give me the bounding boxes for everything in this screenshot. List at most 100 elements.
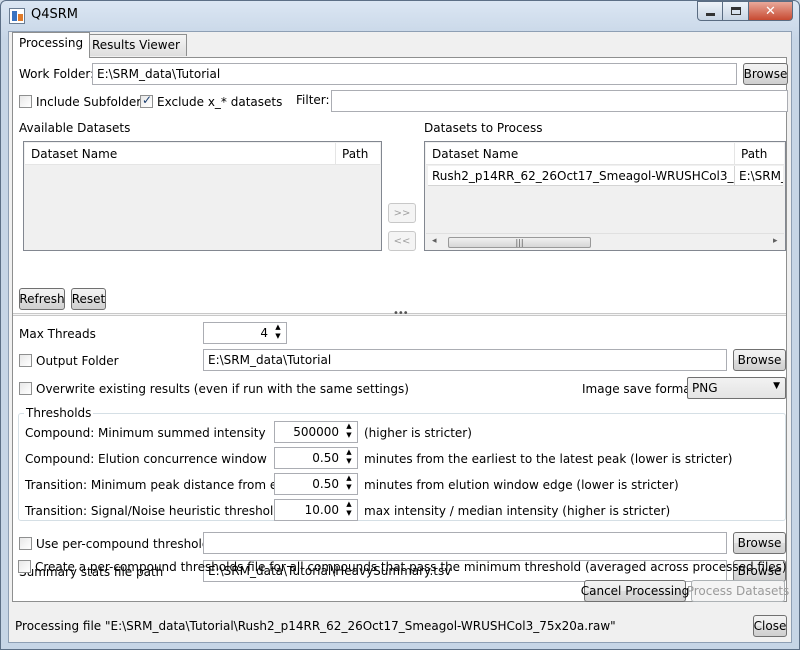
available-datasets-list[interactable]: Dataset Name Path — [23, 141, 382, 251]
per-compound-checkbox[interactable] — [19, 537, 32, 550]
scroll-right-icon[interactable]: ▸ — [773, 236, 778, 246]
chevron-down-icon: ▼ — [773, 381, 780, 391]
spin-down-icon[interactable]: ▼ — [343, 483, 355, 492]
threshold-hint: max intensity / median intensity (higher… — [364, 504, 671, 518]
spin-down-icon[interactable]: ▼ — [343, 509, 355, 518]
create-thresholds-checkbox[interactable] — [18, 560, 31, 573]
app-icon — [9, 8, 25, 24]
per-compound-label: Use per-compound thresholds — [36, 537, 216, 551]
spinner-arrows[interactable]: ▲ ▼ — [343, 500, 355, 520]
close-window-button[interactable]: ✕ — [749, 1, 793, 21]
image-format-value: PNG — [692, 381, 718, 395]
dataset-path-cell: E:\SRM_ — [735, 166, 783, 186]
spin-down-icon[interactable]: ▼ — [343, 431, 355, 440]
column-path[interactable]: Path — [336, 143, 380, 165]
image-format-label: Image save format — [582, 382, 696, 396]
datasets-to-process-list[interactable]: Dataset Name Path Rush2_p14RR_62_26Oct17… — [424, 141, 786, 251]
scroll-left-icon[interactable]: ◂ — [432, 236, 437, 246]
spin-up-icon[interactable]: ▲ — [343, 474, 355, 483]
spin-up-icon[interactable]: ▲ — [343, 448, 355, 457]
filter-label: Filter: — [296, 93, 330, 107]
spin-up-icon[interactable]: ▲ — [272, 323, 284, 332]
close-icon: ✕ — [765, 3, 776, 19]
per-compound-browse-button[interactable]: Browse — [733, 532, 786, 554]
column-dataset-name[interactable]: Dataset Name — [426, 143, 735, 165]
max-threads-label: Max Threads — [19, 327, 96, 341]
max-threads-spinner[interactable]: 4 ▲ ▼ — [203, 322, 287, 344]
spinner-arrows[interactable]: ▲ ▼ — [343, 422, 355, 442]
title-bar[interactable]: Q4SRM ✕ — [1, 1, 799, 31]
elution-window-spinner[interactable]: 0.50 ▲ ▼ — [274, 447, 358, 469]
column-dataset-name[interactable]: Dataset Name — [25, 143, 336, 165]
dataset-name-cell: Rush2_p14RR_62_26Oct17_Smeagol-WRUSHCol3… — [428, 166, 735, 186]
to-process-header: Dataset Name Path — [426, 143, 784, 165]
spin-down-icon[interactable]: ▼ — [272, 332, 284, 341]
output-folder-label: Output Folder — [36, 354, 119, 368]
thresholds-title: Thresholds — [24, 406, 94, 420]
status-text: Processing file "E:\SRM_data\Tutorial\Ru… — [15, 619, 616, 633]
status-bar: Processing file "E:\SRM_data\Tutorial\Ru… — [9, 605, 791, 642]
image-format-select[interactable]: PNG ▼ — [687, 377, 786, 399]
table-row[interactable]: Rush2_p14RR_62_26Oct17_Smeagol-WRUSHCol3… — [428, 166, 783, 186]
spin-up-icon[interactable]: ▲ — [343, 422, 355, 431]
spin-up-icon[interactable]: ▲ — [343, 500, 355, 509]
threshold-label: Compound: Minimum summed intensity — [25, 426, 266, 440]
datasets-to-process-title: Datasets to Process — [424, 121, 543, 135]
peak-distance-spinner[interactable]: 0.50 ▲ ▼ — [274, 473, 358, 495]
threshold-value: 500000 — [293, 425, 339, 439]
signal-noise-spinner[interactable]: 10.00 ▲ ▼ — [274, 499, 358, 521]
cancel-processing-button[interactable]: Cancel Processing — [581, 580, 689, 602]
maximize-button[interactable] — [723, 1, 749, 21]
work-folder-browse-button[interactable]: Browse — [743, 63, 788, 85]
min-summed-intensity-spinner[interactable]: 500000 ▲ ▼ — [274, 421, 358, 443]
threshold-value: 0.50 — [312, 477, 339, 491]
include-subfolders-checkbox[interactable] — [19, 95, 32, 108]
tab-processing[interactable]: Processing — [12, 32, 91, 58]
caption-buttons: ✕ — [697, 1, 793, 21]
window-title: Q4SRM — [31, 7, 79, 22]
output-folder-input[interactable]: E:\SRM_data\Tutorial — [203, 349, 727, 371]
add-dataset-button[interactable]: >> — [388, 203, 416, 223]
client-area: Processing Results Viewer Work Folder: E… — [8, 31, 792, 643]
overwrite-label: Overwrite existing results (even if run … — [36, 382, 409, 396]
threshold-hint: (higher is stricter) — [364, 426, 472, 440]
close-button[interactable]: Close — [753, 615, 787, 637]
minimize-button[interactable] — [697, 1, 723, 21]
spinner-arrows[interactable]: ▲ ▼ — [272, 323, 284, 343]
available-datasets-title: Available Datasets — [19, 121, 131, 135]
overwrite-checkbox[interactable] — [19, 382, 32, 395]
threshold-hint: minutes from the earliest to the latest … — [364, 452, 733, 466]
include-subfolders-label: Include Subfolders — [36, 95, 148, 109]
exclude-x-checkbox[interactable] — [140, 93, 153, 108]
reset-button[interactable]: Reset — [71, 288, 106, 310]
processing-tab-page: Work Folder: E:\SRM_data\Tutorial Browse… — [12, 57, 788, 602]
spinner-arrows[interactable]: ▲ ▼ — [343, 448, 355, 468]
splitter[interactable]: ••• — [13, 308, 786, 319]
threshold-label: Transition: Signal/Noise heuristic thres… — [25, 504, 281, 518]
output-folder-browse-button[interactable]: Browse — [733, 349, 786, 371]
exclude-x-label: Exclude x_* datasets — [157, 95, 283, 109]
create-thresholds-label: Create a per-compound thresholds file fo… — [35, 560, 787, 574]
remove-dataset-button[interactable]: << — [388, 231, 416, 251]
main-window: Q4SRM ✕ Processing Results Viewer Work F… — [0, 0, 800, 650]
threshold-label: Compound: Elution concurrence window — [25, 452, 267, 466]
output-folder-checkbox[interactable] — [19, 354, 32, 367]
spinner-arrows[interactable]: ▲ ▼ — [343, 474, 355, 494]
scroll-thumb[interactable]: ||| — [448, 237, 591, 248]
per-compound-file-input[interactable] — [203, 532, 727, 554]
tab-results-viewer[interactable]: Results Viewer — [85, 34, 187, 56]
minimize-icon — [705, 12, 715, 16]
column-path[interactable]: Path — [735, 143, 784, 165]
threshold-value: 10.00 — [304, 503, 339, 517]
work-folder-label: Work Folder: — [19, 67, 95, 81]
work-folder-input[interactable]: E:\SRM_data\Tutorial — [92, 63, 737, 85]
horizontal-scrollbar[interactable]: ◂ ||| ▸ — [426, 233, 784, 250]
process-datasets-button[interactable]: Process Datasets — [687, 580, 789, 602]
filter-input[interactable] — [331, 90, 788, 112]
available-datasets-header: Dataset Name Path — [25, 143, 380, 165]
threshold-value: 0.50 — [312, 451, 339, 465]
spin-down-icon[interactable]: ▼ — [343, 457, 355, 466]
threshold-label: Transition: Minimum peak distance from e… — [25, 478, 300, 492]
refresh-button[interactable]: Refresh — [19, 288, 65, 310]
splitter-grip-icon: ••• — [393, 308, 409, 319]
